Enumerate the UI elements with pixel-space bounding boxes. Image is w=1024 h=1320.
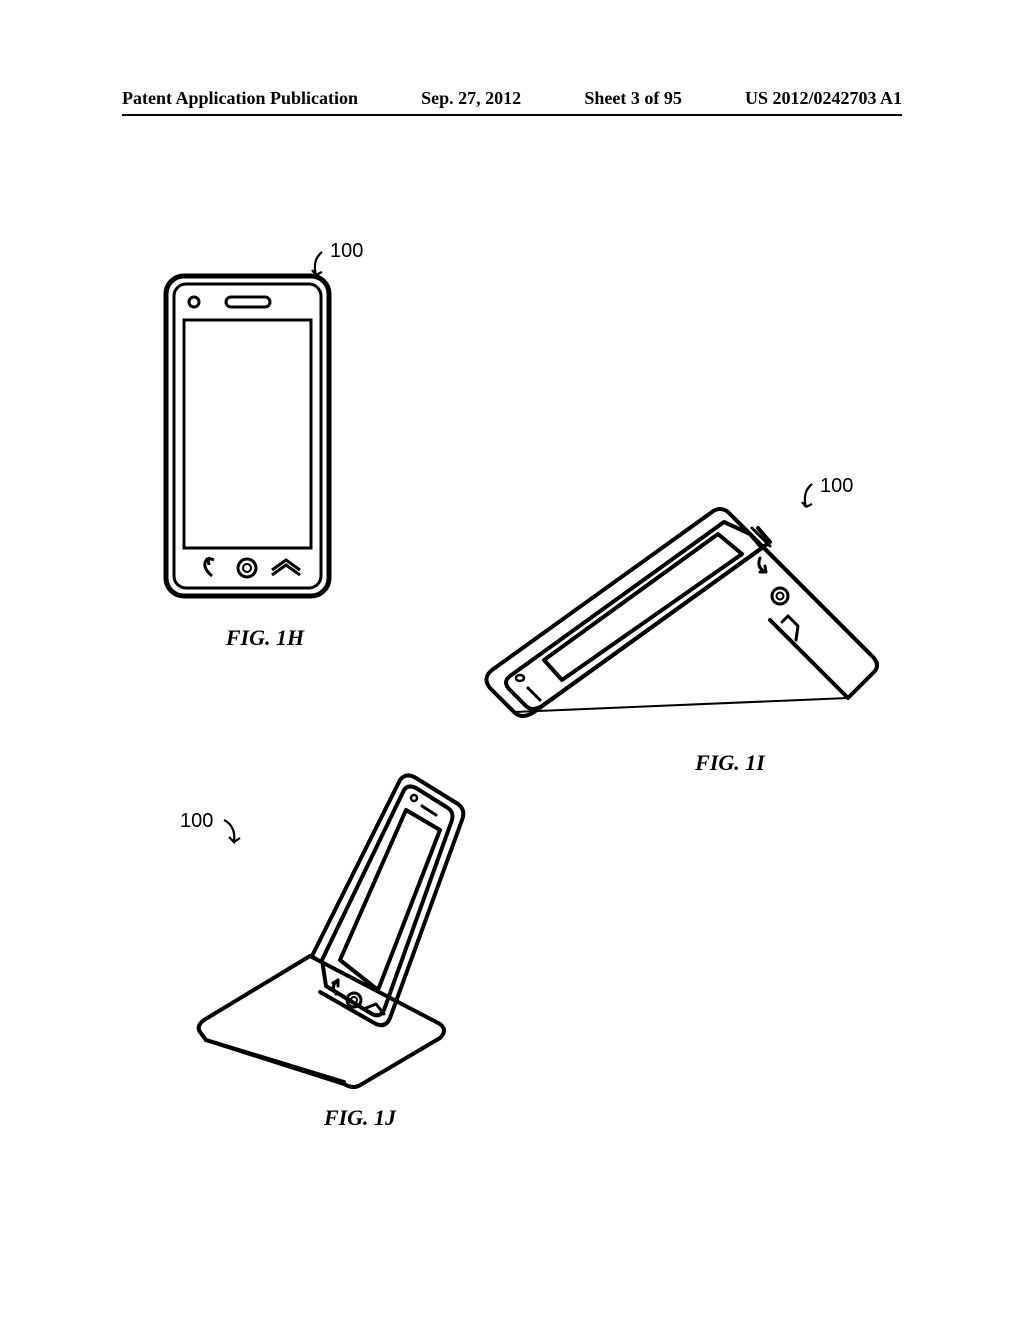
figure-label: FIG. 1I <box>570 750 890 776</box>
figure-1h: 100 FIG. 1H <box>160 270 360 651</box>
publication-type: Patent Application Publication <box>122 88 358 109</box>
publication-date: Sep. 27, 2012 <box>421 88 521 109</box>
figure-1i: 100 <box>470 500 890 776</box>
lead-line-arrow-icon <box>310 250 485 590</box>
figure-label: FIG. 1H <box>170 625 360 651</box>
header-rule <box>122 114 902 116</box>
sheet-number: Sheet 3 of 95 <box>584 88 682 109</box>
lead-line-arrow-icon <box>800 482 1024 712</box>
lead-line-arrow-icon <box>220 818 500 1138</box>
device-closed-front-illustration <box>160 270 335 610</box>
figure-1j: 100 FIG. 1J <box>190 770 510 1131</box>
reference-numeral-100: 100 <box>180 810 213 833</box>
publication-number: US 2012/0242703 A1 <box>745 88 902 109</box>
page-header: Patent Application Publication Sep. 27, … <box>0 88 1024 117</box>
